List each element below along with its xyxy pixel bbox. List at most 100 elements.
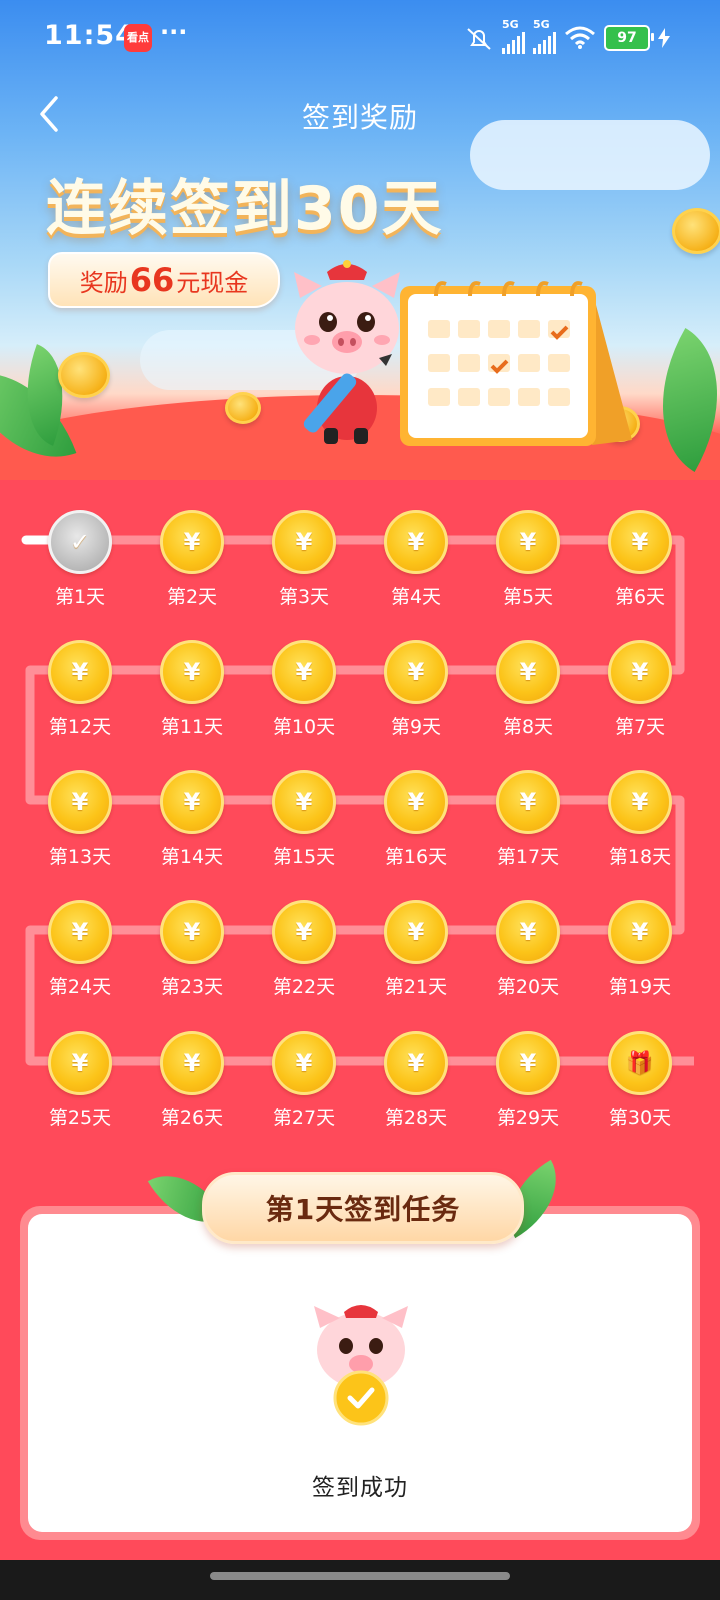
day-24-item[interactable]: ¥ 第24天 [30,890,130,1000]
coin-icon: ¥ [496,1031,560,1095]
day-label: 第3天 [278,586,330,608]
day-label: 第17天 [496,846,560,868]
coin-glyph: ¥ [183,788,201,816]
coin-glyph: ¥ [295,918,313,946]
day-4-item[interactable]: ¥ 第4天 [366,500,466,610]
day-30-item[interactable]: 🎁 第30天 [590,1021,690,1131]
day-14-item[interactable]: ¥ 第14天 [142,760,242,870]
coin-glyph: ¥ [71,788,89,816]
day-25-item[interactable]: ¥ 第25天 [30,1021,130,1131]
coin-icon: ¥ [272,510,336,574]
day-11-item[interactable]: ¥ 第11天 [142,630,242,740]
checked-coin-icon: ✓ [48,510,112,574]
day-13-item[interactable]: ¥ 第13天 [30,760,130,870]
day-27-item[interactable]: ¥ 第27天 [254,1021,354,1131]
coin-glyph: ¥ [183,528,201,556]
day-9-item[interactable]: ¥ 第9天 [366,630,466,740]
reward-badge: 奖励 66 元现金 [48,252,280,308]
calendar-illustration [400,281,632,446]
day-label: 第6天 [614,586,666,608]
cell-signal-icon: 5G [502,18,525,54]
day-8-item[interactable]: ¥ 第8天 [478,630,578,740]
coin-glyph: ¥ [407,658,425,686]
day-16-item[interactable]: ¥ 第16天 [366,760,466,870]
coin-icon: ¥ [272,640,336,704]
coin-icon: ¥ [608,900,672,964]
day-23-item[interactable]: ¥ 第23天 [142,890,242,1000]
day-15-item[interactable]: ¥ 第15天 [254,760,354,870]
status-time: 11:54 [44,20,135,51]
charging-icon [658,28,670,48]
coin-icon: ¥ [48,640,112,704]
day-10-item[interactable]: ¥ 第10天 [254,630,354,740]
coin-glyph: ¥ [519,658,537,686]
coin-icon: ¥ [496,900,560,964]
coin-icon: ¥ [272,900,336,964]
coin-icon: ¥ [608,770,672,834]
coin-icon: ¥ [272,770,336,834]
status-bar: 11:54 看点 ··· 5G 5G 97 [0,0,720,76]
day-21-item[interactable]: ¥ 第21天 [366,890,466,1000]
coin-icon: ¥ [160,640,224,704]
status-icons: 5G 5G 97 [464,18,670,54]
day-label: 第16天 [384,846,448,868]
day-28-item[interactable]: ¥ 第28天 [366,1021,466,1131]
coin-icon: ¥ [496,510,560,574]
coin-decoration [225,392,261,424]
coin-icon: ¥ [496,770,560,834]
home-gesture-bar[interactable] [210,1572,510,1580]
day-22-item[interactable]: ¥ 第22天 [254,890,354,1000]
coin-glyph: ¥ [519,528,537,556]
day-label: 第27天 [272,1107,336,1129]
coin-glyph: ¥ [407,788,425,816]
day-label: 第4天 [390,586,442,608]
day-label: 第1天 [54,586,106,608]
coin-icon: ¥ [48,1031,112,1095]
day-label: 第5天 [502,586,554,608]
coin-icon: ¥ [384,770,448,834]
coin-icon: ¥ [608,510,672,574]
day-5-item[interactable]: ¥ 第5天 [478,500,578,610]
coin-glyph: ¥ [295,788,313,816]
coin-glyph: ¥ [407,918,425,946]
day-17-item[interactable]: ¥ 第17天 [478,760,578,870]
coin-glyph: ✓ [69,528,91,556]
day-20-item[interactable]: ¥ 第20天 [478,890,578,1000]
coin-glyph: ¥ [295,658,313,686]
day-26-item[interactable]: ¥ 第26天 [142,1021,242,1131]
day-label: 第9天 [390,716,442,738]
day-2-item[interactable]: ¥ 第2天 [142,500,242,610]
day-18-item[interactable]: ¥ 第18天 [590,760,690,870]
coin-glyph: ¥ [631,528,649,556]
coin-glyph: ¥ [407,1049,425,1077]
day-1-item[interactable]: ✓ 第1天 [30,500,130,610]
day-label: 第7天 [614,716,666,738]
day-label: 第25天 [48,1107,112,1129]
coin-icon: ¥ [160,900,224,964]
coin-icon: ¥ [160,510,224,574]
coin-glyph: ¥ [183,918,201,946]
checkin-grid: ✓ 第1天 ¥ 第2天 ¥ 第3天 ¥ 第4天 ¥ 第5天 ¥ 第6天 ¥ 第7天 ¥ 第8天 ¥ 第9天 ¥ 第10… [0,500,720,1160]
coin-icon: ¥ [272,1031,336,1095]
day-label: 第20天 [496,976,560,998]
coin-glyph: ¥ [71,658,89,686]
day-label: 第21天 [384,976,448,998]
coin-glyph: ¥ [519,918,537,946]
task-card-title: 第1天签到任务 [202,1172,524,1244]
day-label: 第12天 [48,716,112,738]
day-6-item[interactable]: ¥ 第6天 [590,500,690,610]
day-19-item[interactable]: ¥ 第19天 [590,890,690,1000]
day-label: 第15天 [272,846,336,868]
day-label: 第2天 [166,586,218,608]
coin-glyph: ¥ [295,1049,313,1077]
network-type-label: 5G [502,18,519,31]
day-label: 第14天 [160,846,224,868]
day-29-item[interactable]: ¥ 第29天 [478,1021,578,1131]
day-3-item[interactable]: ¥ 第3天 [254,500,354,610]
day-12-item[interactable]: ¥ 第12天 [30,630,130,740]
wifi-icon [565,26,595,49]
reward-prefix: 奖励 [79,268,128,297]
coin-icon: ¥ [496,640,560,704]
cell-signal-icon: 5G [533,18,556,54]
day-7-item[interactable]: ¥ 第7天 [590,630,690,740]
